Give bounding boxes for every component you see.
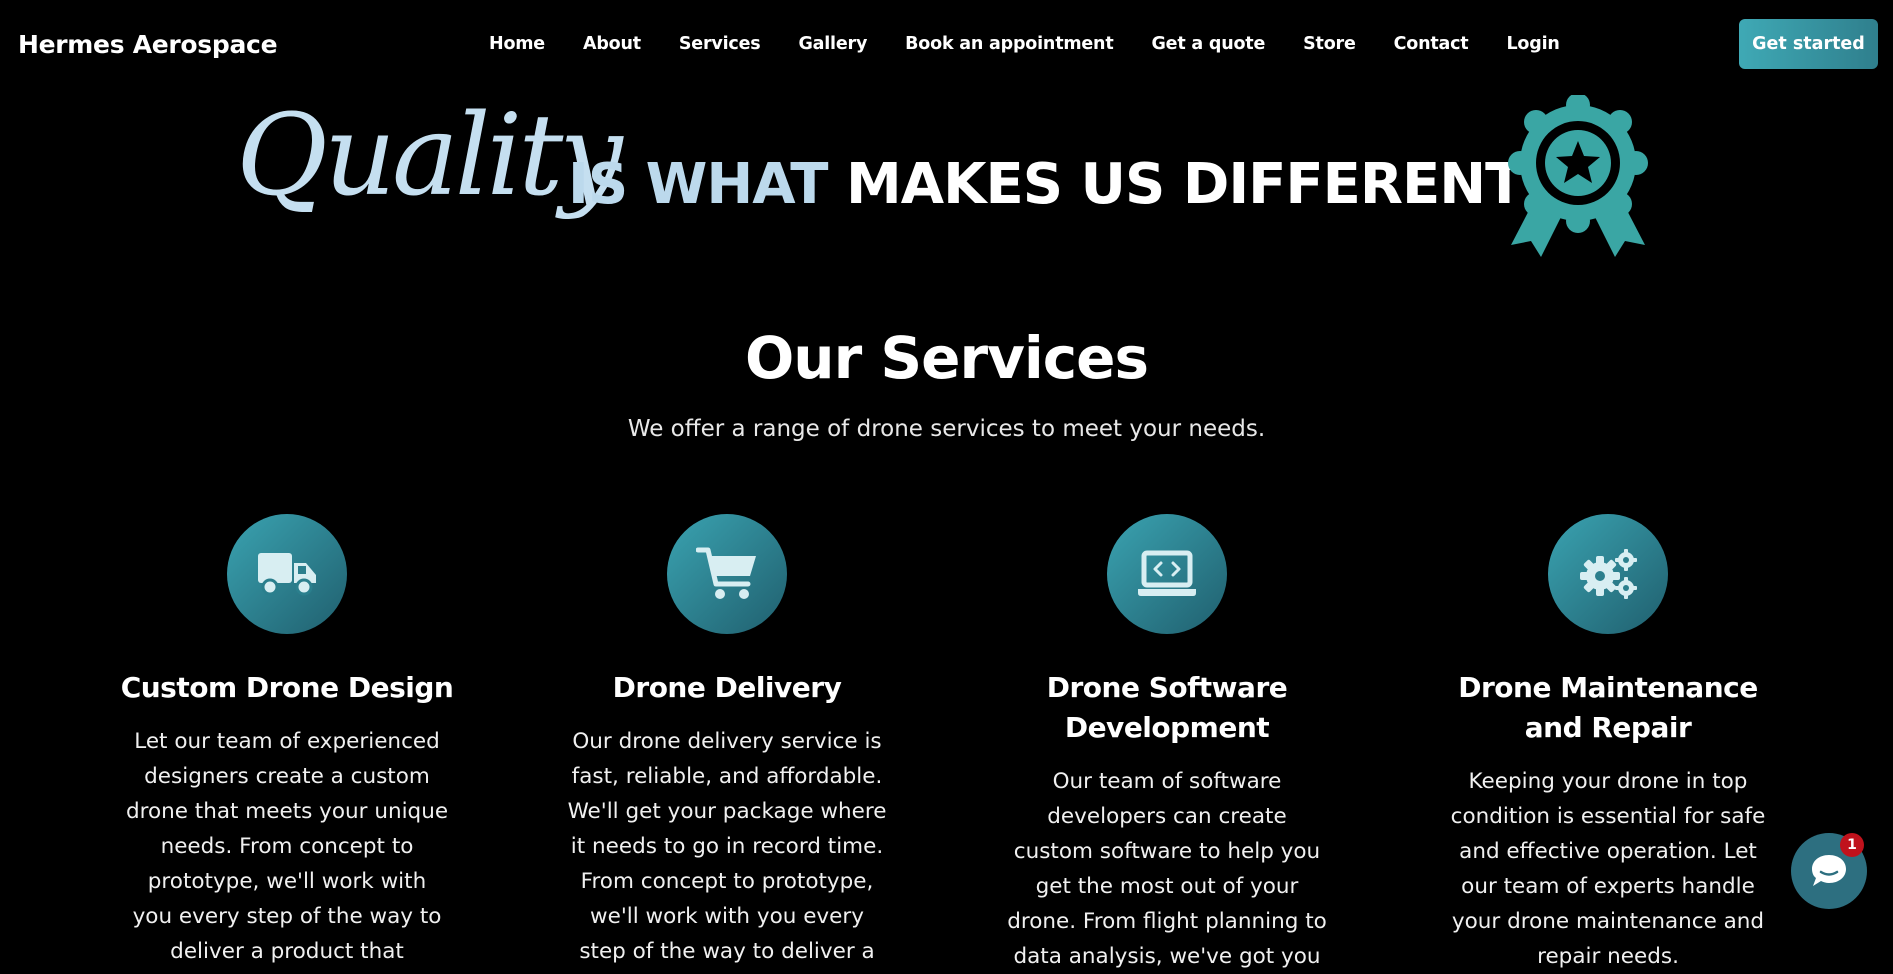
hero-tagline-part2: MAKES US DIFFERENT: [846, 152, 1523, 217]
top-navbar: Hermes Aerospace Home About Services Gal…: [0, 0, 1893, 90]
nav-contact[interactable]: Contact: [1394, 34, 1469, 54]
get-started-button[interactable]: Get started: [1739, 19, 1878, 69]
service-title: Drone Delivery: [612, 671, 842, 704]
service-description: Our team of software developers can crea…: [1007, 769, 1327, 969]
nav-services[interactable]: Services: [679, 34, 761, 54]
services-title: Our Services: [744, 324, 1149, 392]
hero-tagline-part1: IS WHAT: [568, 152, 828, 217]
chat-unread-badge: 1: [1840, 833, 1864, 857]
service-icon-circle: [227, 514, 347, 634]
nav-book-appointment[interactable]: Book an appointment: [905, 34, 1114, 54]
service-icon-circle: [667, 514, 787, 634]
service-card-delivery: Drone Delivery Our drone delivery servic…: [547, 514, 907, 969]
award-ribbon-star-icon: [1508, 95, 1648, 257]
services-subtitle: We offer a range of drone services to me…: [627, 416, 1266, 442]
service-description: Our drone delivery service is fast, reli…: [567, 729, 887, 964]
service-description: Let our team of experienced designers cr…: [125, 729, 449, 964]
nav-login[interactable]: Login: [1506, 34, 1559, 54]
cart-icon: [696, 547, 756, 599]
nav-about[interactable]: About: [583, 34, 641, 54]
gears-icon: [1580, 549, 1637, 599]
service-title: Drone Maintenance and Repair: [1458, 671, 1758, 744]
service-title: Drone Software Development: [1046, 671, 1288, 744]
chat-bubble-icon: [1812, 855, 1846, 886]
laptop-code-icon: [1138, 550, 1196, 596]
nav-gallery[interactable]: Gallery: [798, 34, 867, 54]
service-description: Keeping your drone in top condition is e…: [1450, 769, 1766, 969]
main-menu: Home About Services Gallery Book an appo…: [489, 34, 1560, 54]
hero-tagline: IS WHAT MAKES US DIFFERENT: [568, 157, 1523, 213]
service-card-custom-design: Custom Drone Design Let our team of expe…: [107, 514, 467, 969]
brand-logo-text[interactable]: Hermes Aerospace: [18, 30, 278, 59]
service-card-software: Drone Software Development Our team of s…: [987, 514, 1347, 974]
nav-store[interactable]: Store: [1303, 34, 1356, 54]
service-title: Custom Drone Design: [120, 671, 454, 704]
nav-get-quote[interactable]: Get a quote: [1151, 34, 1265, 54]
service-icon-circle: [1548, 514, 1668, 634]
nav-home[interactable]: Home: [489, 34, 545, 54]
service-icon-circle: [1107, 514, 1227, 634]
hero-script-word: Quality: [236, 91, 623, 221]
service-card-maintenance: Drone Maintenance and Repair Keeping you…: [1428, 514, 1788, 974]
truck-icon: [258, 553, 316, 596]
